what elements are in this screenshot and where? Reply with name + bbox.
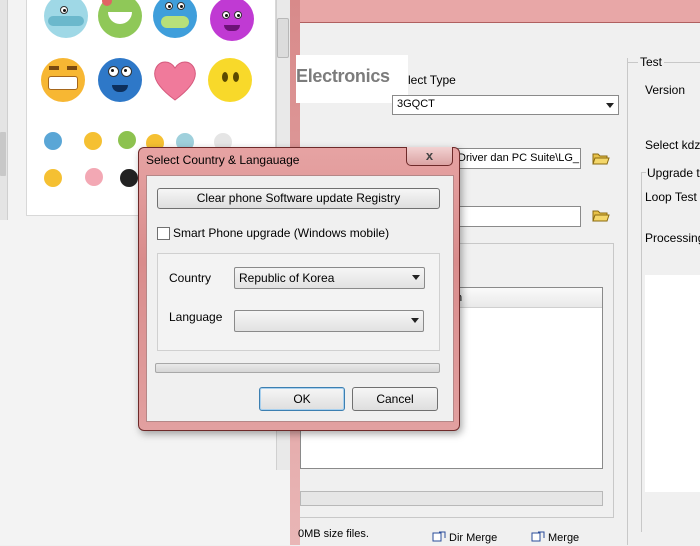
brand-logo: Electronics bbox=[296, 66, 390, 86]
app-title-divider bbox=[300, 22, 700, 23]
dir-merge-label: Dir Merge bbox=[449, 532, 498, 544]
app-progress-bar bbox=[300, 491, 603, 506]
clear-registry-button[interactable]: Clear phone Software update Registry bbox=[157, 188, 440, 209]
upgrade-group-label: Upgrade te bbox=[646, 166, 700, 180]
ok-button[interactable]: OK bbox=[259, 387, 345, 411]
merge-icon bbox=[531, 531, 545, 543]
small-emoticon-icon[interactable] bbox=[44, 132, 62, 150]
language-dropdown[interactable] bbox=[234, 310, 424, 332]
select-type-dropdown[interactable]: 3GQCT bbox=[392, 95, 619, 115]
chevron-down-icon bbox=[606, 103, 614, 108]
small-emoticon-icon[interactable] bbox=[85, 168, 103, 186]
merge-label: Merge bbox=[548, 532, 580, 544]
dialog-title: Select Country & Langauage bbox=[146, 153, 300, 167]
heart-emoticon-icon[interactable] bbox=[152, 58, 198, 102]
country-label: Country bbox=[169, 271, 212, 285]
smart-phone-upgrade-checkbox[interactable] bbox=[157, 227, 170, 240]
test-group-label: Test bbox=[638, 55, 665, 69]
processing-label: Processing bbox=[645, 231, 700, 245]
country-dropdown[interactable]: Republic of Korea bbox=[234, 267, 425, 289]
emoticon-scrollbar-thumb[interactable] bbox=[277, 18, 289, 58]
chevron-down-icon bbox=[411, 318, 419, 323]
secondary-path-field[interactable] bbox=[455, 206, 581, 227]
close-icon[interactable]: x bbox=[406, 147, 453, 165]
small-emoticon-icon[interactable] bbox=[44, 169, 62, 187]
yellow-emoticon-icon[interactable] bbox=[208, 58, 252, 102]
test-panel-border bbox=[627, 58, 628, 545]
blue-goggle-emoticon-icon[interactable] bbox=[98, 58, 142, 102]
chevron-down-icon bbox=[412, 275, 420, 280]
small-emoticon-icon[interactable] bbox=[84, 132, 102, 150]
file-path-field[interactable]: Driver dan PC Suite\LG_I bbox=[455, 148, 581, 169]
small-emoticon-icon[interactable] bbox=[118, 131, 136, 149]
processing-output-box bbox=[645, 275, 700, 492]
small-emoticon-icon[interactable] bbox=[120, 169, 138, 187]
left-scroll-strip bbox=[0, 0, 8, 220]
loop-test-label: Loop Test c bbox=[645, 190, 700, 204]
select-kdz-label: Select kdz f bbox=[645, 138, 700, 152]
smart-phone-upgrade-label[interactable]: Smart Phone upgrade (Windows mobile) bbox=[173, 226, 389, 240]
dialog-progress-bar bbox=[155, 363, 440, 373]
open-folder-icon[interactable] bbox=[592, 151, 610, 165]
app-title-bar bbox=[300, 0, 700, 22]
language-label: Language bbox=[169, 310, 223, 324]
open-folder-icon[interactable] bbox=[592, 208, 610, 222]
left-scroll-knob[interactable] bbox=[0, 132, 6, 176]
select-type-label: lect Type bbox=[408, 73, 456, 87]
grin-emoticon-icon[interactable] bbox=[41, 58, 85, 102]
merge-icon bbox=[432, 531, 446, 543]
merge-button[interactable]: Merge bbox=[531, 531, 579, 544]
cancel-button[interactable]: Cancel bbox=[352, 387, 438, 411]
version-label: Version bbox=[645, 83, 686, 97]
size-note: 0MB size files. bbox=[298, 528, 369, 540]
country-value: Republic of Korea bbox=[239, 271, 335, 285]
upgrade-group-border-left bbox=[641, 172, 642, 532]
dir-merge-button[interactable]: Dir Merge bbox=[432, 531, 497, 544]
select-type-value: 3GQCT bbox=[397, 98, 435, 110]
